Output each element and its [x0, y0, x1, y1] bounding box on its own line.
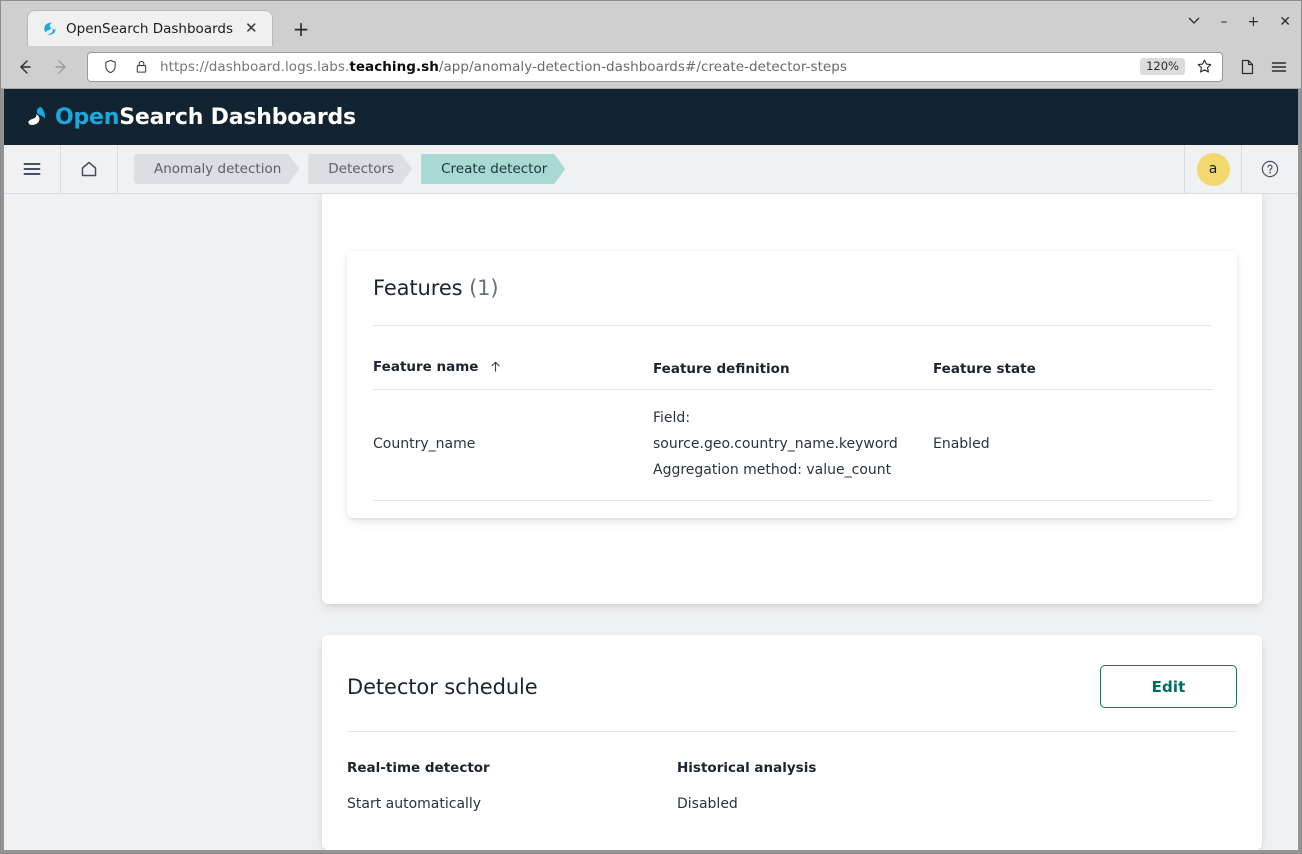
list-all-tabs-icon[interactable] — [1187, 13, 1201, 30]
detector-schedule-panel: Detector schedule Edit Real-time detecto… — [322, 635, 1262, 850]
shield-icon[interactable] — [98, 55, 122, 79]
browser-menu-icon[interactable] — [1267, 55, 1291, 79]
feature-definition-field-value: source.geo.country_name.keyword — [653, 432, 933, 458]
detector-schedule-title: Detector schedule — [347, 675, 538, 699]
extensions-icon[interactable] — [1235, 55, 1259, 79]
app-nav-bar: Anomaly detection Detectors Create detec… — [4, 145, 1298, 194]
brand-bold: Open — [55, 105, 119, 130]
browser-tab-strip: OpenSearch Dashboards ✕ + – + ✕ — [1, 1, 1301, 45]
historical-analysis-column: Historical analysis Disabled — [677, 760, 1007, 812]
url-path: /app/anomaly-detection-dashboards#/creat… — [439, 59, 847, 75]
browser-tab-title: OpenSearch Dashboards — [66, 21, 233, 37]
avatar: a — [1197, 153, 1230, 186]
column-header-feature-name-label: Feature name — [373, 359, 478, 375]
detector-schedule-header: Detector schedule Edit — [347, 635, 1237, 708]
tab-close-icon[interactable]: ✕ — [241, 19, 262, 38]
features-title: Features (1) — [373, 251, 1211, 300]
app-logo[interactable]: OpenSearch Dashboards — [24, 105, 356, 130]
column-header-feature-state[interactable]: Feature state — [933, 326, 1213, 390]
window-maximize-button[interactable]: + — [1248, 15, 1260, 29]
app-nav-right: a — [1184, 145, 1298, 193]
table-row: Country_name Field: source.geo.country_n… — [373, 390, 1213, 501]
star-icon[interactable] — [1192, 55, 1216, 79]
cell-feature-definition: Field: source.geo.country_name.keyword A… — [653, 390, 933, 501]
column-header-feature-name[interactable]: Feature name — [373, 326, 653, 390]
zoom-level-badge[interactable]: 120% — [1140, 58, 1185, 76]
hamburger-menu-icon — [22, 159, 42, 179]
url-scheme: https://dashboard.logs.labs. — [160, 59, 349, 75]
feature-definition-aggregation: Aggregation method: value_count — [653, 458, 933, 484]
back-button[interactable] — [11, 53, 39, 81]
features-panel: Features (1) Feature name — [322, 194, 1262, 604]
app-header: OpenSearch Dashboards — [4, 89, 1298, 145]
window-minimize-button[interactable]: – — [1221, 15, 1228, 29]
app-menu-button[interactable] — [4, 145, 61, 193]
edit-button[interactable]: Edit — [1100, 665, 1237, 708]
forward-button[interactable] — [47, 53, 75, 81]
page-content: Features (1) Feature name — [4, 194, 1298, 850]
features-table-body: Country_name Field: source.geo.country_n… — [373, 390, 1213, 501]
column-header-feature-definition[interactable]: Feature definition — [653, 326, 933, 390]
historical-analysis-value: Disabled — [677, 796, 1007, 812]
new-tab-button[interactable]: + — [285, 19, 318, 39]
features-title-text: Features — [373, 276, 463, 300]
realtime-detector-label: Real-time detector — [347, 760, 677, 776]
breadcrumb-item-anomaly-detection[interactable]: Anomaly detection — [134, 154, 299, 184]
window-controls: – + ✕ — [1187, 13, 1291, 30]
breadcrumb-item-create-detector[interactable]: Create detector — [421, 154, 565, 184]
feature-definition-field-label: Field: — [653, 406, 933, 432]
features-inner-panel: Features (1) Feature name — [347, 251, 1237, 518]
window-close-button[interactable]: ✕ — [1279, 15, 1291, 29]
help-circle-icon — [1260, 159, 1280, 179]
cell-feature-state: Enabled — [933, 390, 1213, 501]
breadcrumb-item-detectors[interactable]: Detectors — [308, 154, 412, 184]
help-button[interactable] — [1241, 145, 1298, 193]
url-bar[interactable]: https://dashboard.logs.labs.teaching.sh/… — [87, 52, 1223, 82]
breadcrumb: Anomaly detection Detectors Create detec… — [118, 145, 1184, 193]
historical-analysis-label: Historical analysis — [677, 760, 1007, 776]
features-count: (1) — [469, 276, 498, 300]
home-button[interactable] — [61, 145, 118, 193]
features-table: Feature name Feature definition Feature … — [373, 326, 1213, 501]
user-avatar-button[interactable]: a — [1184, 145, 1241, 193]
features-table-head: Feature name Feature definition Feature … — [373, 326, 1213, 390]
realtime-detector-column: Real-time detector Start automatically — [347, 760, 677, 812]
cell-feature-name: Country_name — [373, 390, 653, 501]
opensearch-logo-icon — [24, 105, 48, 129]
brand-rest: Search Dashboards — [119, 105, 356, 130]
lock-icon[interactable] — [129, 55, 153, 79]
realtime-detector-value: Start automatically — [347, 796, 677, 812]
browser-tab[interactable]: OpenSearch Dashboards ✕ — [27, 10, 273, 46]
browser-navigation-bar: https://dashboard.logs.labs.teaching.sh/… — [1, 45, 1301, 89]
opensearch-favicon-icon — [42, 21, 58, 37]
url-domain: teaching.sh — [349, 59, 439, 75]
sort-ascending-arrow-icon — [489, 360, 502, 377]
home-icon — [79, 159, 99, 179]
page-viewport: OpenSearch Dashboards Anomaly detection … — [1, 89, 1301, 853]
browser-window: OpenSearch Dashboards ✕ + – + ✕ — [0, 0, 1302, 854]
url-text[interactable]: https://dashboard.logs.labs.teaching.sh/… — [160, 59, 1133, 75]
app-brand-text: OpenSearch Dashboards — [55, 105, 356, 130]
detector-schedule-details: Real-time detector Start automatically H… — [347, 732, 1237, 812]
features-table-header-row: Feature name Feature definition Feature … — [373, 326, 1213, 390]
